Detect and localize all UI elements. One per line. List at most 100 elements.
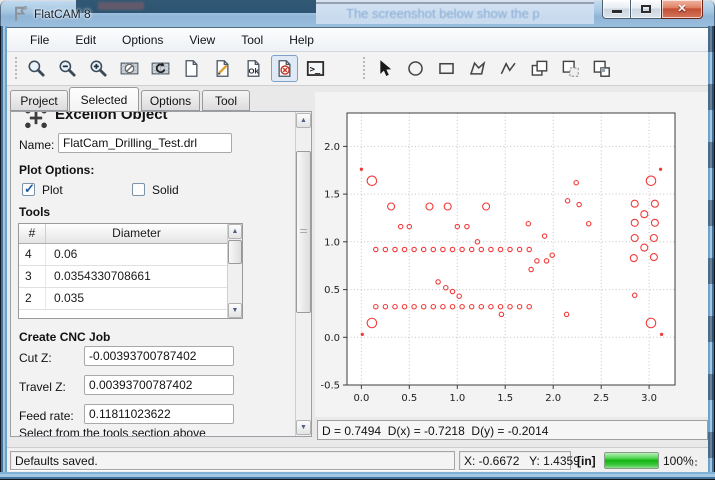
x-tick-label: 0.5 (401, 393, 417, 404)
tool-diameter-cell: 0.06 (46, 244, 227, 265)
new-document-button[interactable] (178, 55, 205, 82)
mouse-coordinates: X: -0.6672 Y: 1.4359 (459, 451, 571, 470)
tools-table-body: 40.0630.035433070866120.035 (19, 244, 227, 318)
y-tick-label: 0.5 (324, 285, 340, 296)
menu-tool[interactable]: Tool (228, 30, 276, 50)
panel-scrollbar-thumb[interactable] (296, 151, 311, 313)
titlebar[interactable]: The screenshot below show the p FlatCAM … (0, 0, 715, 28)
solid-checkbox[interactable] (132, 183, 145, 196)
column-header-number[interactable]: # (19, 224, 46, 243)
y-tick-label: 2.0 (324, 142, 340, 153)
subtract-button[interactable] (557, 55, 584, 82)
plot-checkbox-label: Plot (42, 183, 63, 197)
plot-figure[interactable]: 0.00.51.01.52.02.53.0-0.50.00.51.01.52.0 (315, 92, 708, 417)
window-frame-bleed (708, 26, 715, 474)
window-title: FlatCAM 8 (34, 7, 91, 21)
menu-file[interactable]: File (17, 30, 62, 50)
zoom-in-button[interactable] (85, 55, 112, 82)
feedrate-input[interactable] (84, 404, 234, 424)
minimize-icon (612, 10, 622, 13)
table-row[interactable]: 30.0354330708661 (19, 266, 227, 288)
cutz-input[interactable] (84, 346, 234, 366)
polygon-icon (468, 59, 487, 78)
plot-options-label: Plot Options: (19, 163, 94, 177)
x-tick-label: 3.0 (641, 393, 657, 404)
menu-options[interactable]: Options (109, 30, 176, 50)
shell-icon: >_ (306, 59, 325, 78)
close-button[interactable]: ✕ (661, 0, 703, 19)
polygon-button[interactable] (464, 55, 491, 82)
drill-marker (360, 168, 362, 170)
toolbar-drag-handle[interactable] (361, 57, 366, 81)
table-row[interactable]: 20.035 (19, 288, 227, 310)
background-bleed-smudge (98, 2, 144, 10)
toolbar: Ok >_ (7, 52, 708, 86)
pointer-button[interactable] (371, 55, 398, 82)
intersect-button[interactable] (588, 55, 615, 82)
y-tick-label: -0.5 (320, 381, 340, 392)
scroll-up-icon[interactable]: ▲ (228, 224, 242, 239)
tools-note: Select from the tools section above (19, 426, 206, 437)
scroll-down-icon[interactable]: ▼ (296, 420, 311, 435)
svg-text:>_: >_ (310, 65, 321, 75)
background-bleed-text: The screenshot below show the p (346, 6, 540, 21)
x-tick-label: 1.5 (497, 393, 513, 404)
solid-checkbox-label: Solid (152, 183, 179, 197)
tab-selected[interactable]: Selected (69, 87, 139, 112)
x-tick-label: 2.5 (593, 393, 609, 404)
union-button[interactable] (526, 55, 553, 82)
edit-document-icon (213, 59, 232, 78)
travelz-label: Travel Z: (19, 380, 66, 394)
menu-help[interactable]: Help (276, 30, 327, 50)
name-label: Name: (19, 138, 54, 152)
tab-tool[interactable]: Tool (202, 90, 250, 111)
circle-button[interactable] (402, 55, 429, 82)
delete-document-button[interactable] (271, 55, 298, 82)
ok-document-button[interactable]: Ok (240, 55, 267, 82)
shell-button[interactable]: >_ (302, 55, 329, 82)
new-document-icon (182, 59, 201, 78)
delete-document-icon (275, 59, 294, 78)
menu-edit[interactable]: Edit (62, 30, 109, 50)
scroll-up-icon[interactable]: ▲ (296, 113, 311, 128)
svg-text:Ok: Ok (249, 66, 260, 75)
rectangle-button[interactable] (433, 55, 460, 82)
axes-background (347, 113, 675, 385)
clear-plot-icon (120, 59, 139, 78)
window-frame-left (0, 26, 7, 474)
minimize-button[interactable] (602, 0, 631, 19)
table-scrollbar[interactable]: ▲ ▼ (227, 224, 242, 318)
cnc-section-label: Create CNC Job (19, 330, 110, 344)
plot-checkbox[interactable]: ✓ (22, 183, 35, 196)
table-scrollbar-thumb[interactable] (228, 240, 242, 264)
zoom-fit-button[interactable] (23, 55, 50, 82)
measurement-readout: D = 0.7494 D(x) = -0.7218 D(y) = -0.2014 (317, 420, 708, 440)
window-frame-bottom (0, 472, 715, 480)
scroll-down-icon[interactable]: ▼ (228, 303, 242, 318)
toolbar-drag-handle[interactable] (13, 57, 18, 81)
path-button[interactable] (495, 55, 522, 82)
progress-percent: 100% (663, 454, 694, 468)
tab-options[interactable]: Options (141, 90, 200, 111)
plot-canvas[interactable]: 0.00.51.01.52.02.53.0-0.50.00.51.01.52.0 (315, 92, 708, 417)
menubar: File Edit Options View Tool Help (7, 28, 708, 52)
name-input[interactable] (58, 133, 232, 153)
panel-scrollbar[interactable]: ▲ ▼ (295, 112, 311, 436)
zoom-out-button[interactable] (54, 55, 81, 82)
tool-diameter-cell: 0.035 (46, 288, 227, 309)
drill-marker (661, 333, 663, 335)
pointer-icon (375, 59, 394, 78)
edit-document-button[interactable] (209, 55, 236, 82)
clear-plot-button[interactable] (116, 55, 143, 82)
maximize-button[interactable] (631, 0, 661, 19)
replot-button[interactable] (147, 55, 174, 82)
y-tick-label: 1.0 (324, 237, 340, 248)
feedrate-label: Feed rate: (19, 409, 74, 423)
tab-project[interactable]: Project (10, 90, 68, 111)
travelz-input[interactable] (84, 375, 234, 395)
window-controls: ✕ (602, 0, 703, 19)
background-bleed-line (316, 2, 594, 4)
menu-view[interactable]: View (176, 30, 228, 50)
column-header-diameter[interactable]: Diameter (46, 224, 227, 243)
table-row[interactable]: 40.06 (19, 244, 227, 266)
